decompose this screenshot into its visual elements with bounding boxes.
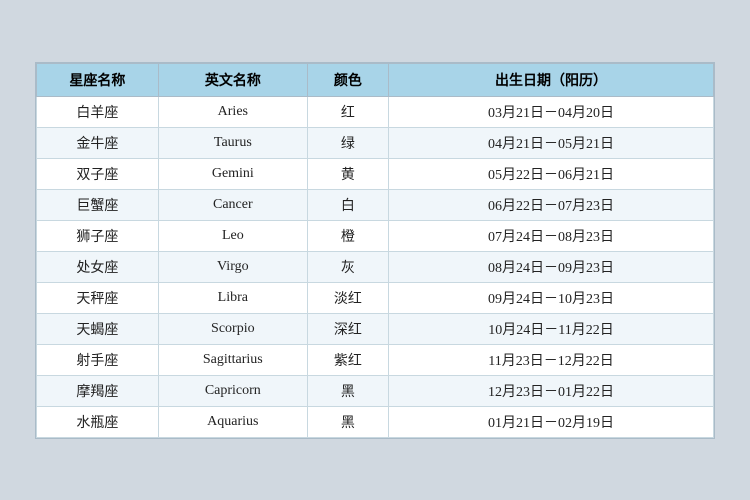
cell-color: 黑 xyxy=(307,406,388,437)
cell-date: 11月23日－12月22日 xyxy=(389,344,714,375)
cell-cn: 双子座 xyxy=(37,158,159,189)
cell-color: 灰 xyxy=(307,251,388,282)
cell-cn: 金牛座 xyxy=(37,127,159,158)
cell-en: Leo xyxy=(158,220,307,251)
header-date: 出生日期（阳历） xyxy=(389,63,714,96)
table-row: 射手座Sagittarius紫红11月23日－12月22日 xyxy=(37,344,714,375)
cell-en: Sagittarius xyxy=(158,344,307,375)
cell-cn: 白羊座 xyxy=(37,96,159,127)
cell-date: 07月24日－08月23日 xyxy=(389,220,714,251)
table-row: 白羊座Aries红03月21日－04月20日 xyxy=(37,96,714,127)
table-row: 天秤座Libra淡红09月24日－10月23日 xyxy=(37,282,714,313)
table-body: 白羊座Aries红03月21日－04月20日金牛座Taurus绿04月21日－0… xyxy=(37,96,714,437)
cell-color: 淡红 xyxy=(307,282,388,313)
table-header-row: 星座名称 英文名称 颜色 出生日期（阳历） xyxy=(37,63,714,96)
table-row: 处女座Virgo灰08月24日－09月23日 xyxy=(37,251,714,282)
cell-date: 10月24日－11月22日 xyxy=(389,313,714,344)
cell-color: 红 xyxy=(307,96,388,127)
cell-cn: 水瓶座 xyxy=(37,406,159,437)
table-row: 水瓶座Aquarius黑01月21日－02月19日 xyxy=(37,406,714,437)
table-row: 金牛座Taurus绿04月21日－05月21日 xyxy=(37,127,714,158)
cell-date: 12月23日－01月22日 xyxy=(389,375,714,406)
cell-en: Capricorn xyxy=(158,375,307,406)
cell-en: Aries xyxy=(158,96,307,127)
cell-cn: 摩羯座 xyxy=(37,375,159,406)
cell-date: 03月21日－04月20日 xyxy=(389,96,714,127)
cell-en: Libra xyxy=(158,282,307,313)
cell-en: Taurus xyxy=(158,127,307,158)
cell-date: 06月22日－07月23日 xyxy=(389,189,714,220)
table-row: 天蝎座Scorpio深红10月24日－11月22日 xyxy=(37,313,714,344)
table-row: 狮子座Leo橙07月24日－08月23日 xyxy=(37,220,714,251)
cell-date: 05月22日－06月21日 xyxy=(389,158,714,189)
cell-en: Aquarius xyxy=(158,406,307,437)
cell-cn: 狮子座 xyxy=(37,220,159,251)
cell-cn: 处女座 xyxy=(37,251,159,282)
cell-date: 09月24日－10月23日 xyxy=(389,282,714,313)
cell-color: 绿 xyxy=(307,127,388,158)
cell-date: 08月24日－09月23日 xyxy=(389,251,714,282)
cell-date: 04月21日－05月21日 xyxy=(389,127,714,158)
table-row: 双子座Gemini黄05月22日－06月21日 xyxy=(37,158,714,189)
cell-color: 深红 xyxy=(307,313,388,344)
cell-color: 黄 xyxy=(307,158,388,189)
cell-cn: 天秤座 xyxy=(37,282,159,313)
cell-cn: 巨蟹座 xyxy=(37,189,159,220)
cell-color: 橙 xyxy=(307,220,388,251)
table-row: 摩羯座Capricorn黑12月23日－01月22日 xyxy=(37,375,714,406)
table-row: 巨蟹座Cancer白06月22日－07月23日 xyxy=(37,189,714,220)
header-color: 颜色 xyxy=(307,63,388,96)
cell-en: Scorpio xyxy=(158,313,307,344)
cell-cn: 射手座 xyxy=(37,344,159,375)
zodiac-table-container: 星座名称 英文名称 颜色 出生日期（阳历） 白羊座Aries红03月21日－04… xyxy=(35,62,715,439)
header-cn: 星座名称 xyxy=(37,63,159,96)
cell-en: Gemini xyxy=(158,158,307,189)
cell-date: 01月21日－02月19日 xyxy=(389,406,714,437)
cell-en: Virgo xyxy=(158,251,307,282)
cell-color: 白 xyxy=(307,189,388,220)
zodiac-table: 星座名称 英文名称 颜色 出生日期（阳历） 白羊座Aries红03月21日－04… xyxy=(36,63,714,438)
header-en: 英文名称 xyxy=(158,63,307,96)
cell-color: 紫红 xyxy=(307,344,388,375)
cell-color: 黑 xyxy=(307,375,388,406)
cell-en: Cancer xyxy=(158,189,307,220)
cell-cn: 天蝎座 xyxy=(37,313,159,344)
